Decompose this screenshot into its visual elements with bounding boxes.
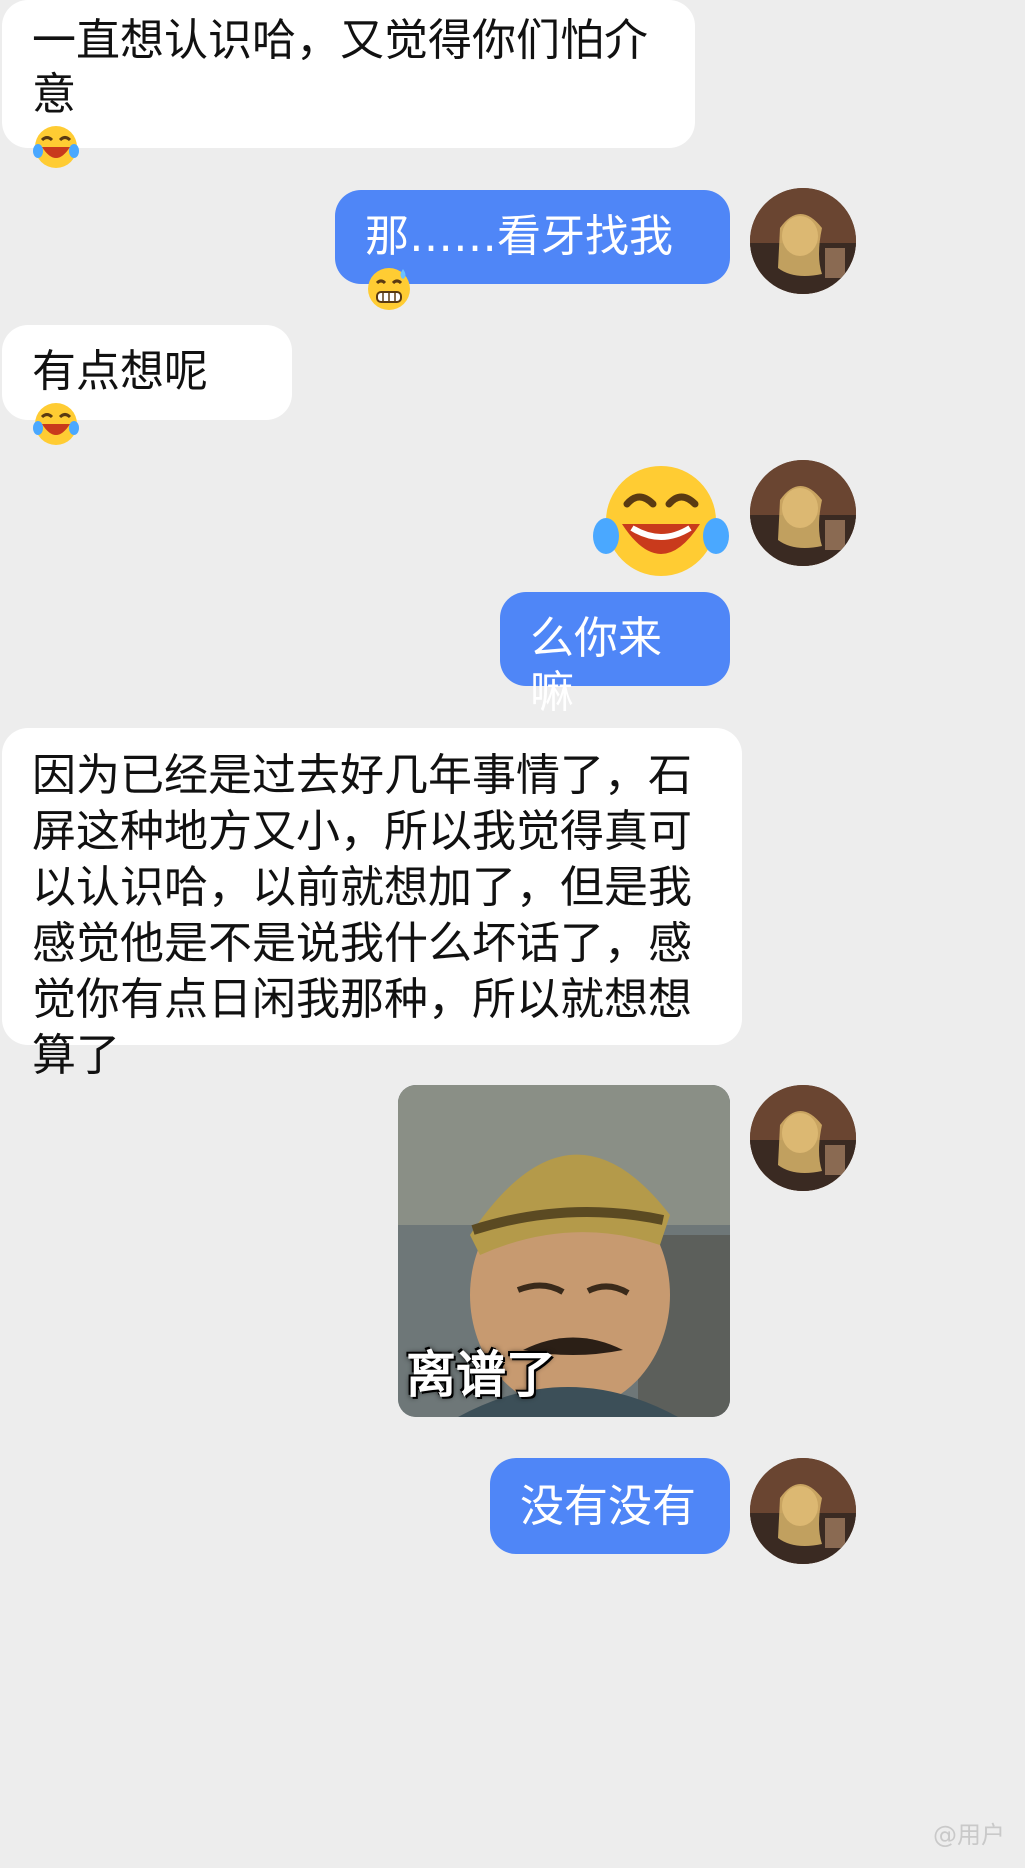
message-text: 那……看牙找我 [365,211,673,262]
avatar-photo-icon [750,188,856,294]
message-bubble-outgoing[interactable]: 么你来嘛 [500,592,730,718]
message-text: 有点想呢 [32,346,208,397]
message-bubble-incoming[interactable]: 一直想认识哈，又觉得你们怕介意 [2,0,695,168]
laughing-crying-emoji-icon [33,403,79,445]
watermark: @用户 [933,1821,1005,1849]
sticker-image[interactable]: 离谱了 [398,1085,730,1417]
message-text: 么你来嘛 [530,613,662,718]
avatar[interactable] [750,1085,856,1191]
avatar[interactable] [750,1458,856,1564]
sticker-caption: 离谱了 [406,1346,556,1404]
avatar-photo-icon [750,1085,856,1191]
message-bubble-outgoing[interactable]: 那……看牙找我 [335,190,730,310]
laughing-crying-emoji-icon [33,126,79,168]
avatar-photo-icon [750,1458,856,1564]
avatar[interactable] [750,188,856,294]
avatar-photo-icon [750,460,856,566]
message-text: 一直想认识哈，又觉得你们怕介意 [32,15,648,120]
grimacing-sweat-emoji-icon [368,268,410,310]
message-text: 没有没有 [520,1481,696,1532]
laughing-crying-emoji-large-icon[interactable] [592,464,730,578]
message-bubble-incoming[interactable]: 有点想呢 [2,325,292,445]
avatar[interactable] [750,460,856,566]
message-text: 因为已经是过去好几年事情了，石屏这种地方又小，所以我觉得真可以认识哈，以前就想加… [32,750,692,1081]
message-bubble-outgoing[interactable]: 没有没有 [490,1458,730,1554]
message-bubble-incoming[interactable]: 因为已经是过去好几年事情了，石屏这种地方又小，所以我觉得真可以认识哈，以前就想加… [2,728,742,1081]
